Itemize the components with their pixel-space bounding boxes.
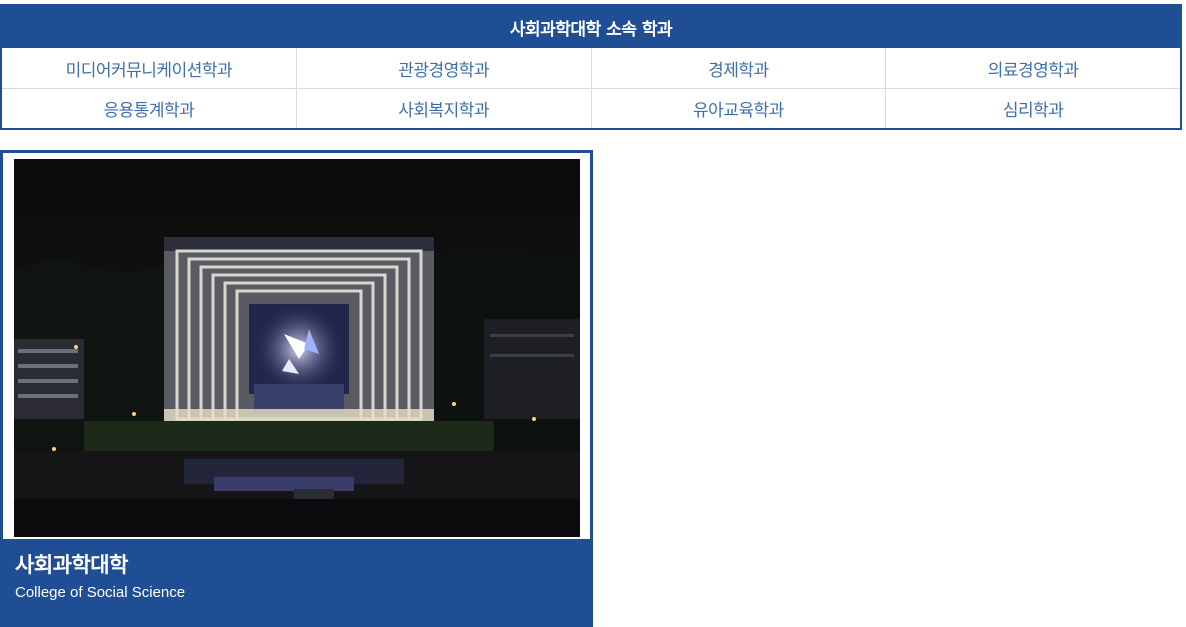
college-subtitle: College of Social Science xyxy=(15,584,186,601)
building-night-photo-icon xyxy=(14,159,580,537)
dept-link-media-communication[interactable]: 미디어커뮤니케이션학과 xyxy=(2,48,296,88)
departments-row-1: 미디어커뮤니케이션학과 관광경영학과 경제학과 의료경영학과 xyxy=(2,48,1180,88)
college-building-photo xyxy=(14,159,580,537)
departments-table: 사회과학대학 소속 학과 미디어커뮤니케이션학과 관광경영학과 경제학과 의료경… xyxy=(0,4,1182,130)
dept-link-tourism-management[interactable]: 관광경영학과 xyxy=(295,48,591,88)
dept-link-economics[interactable]: 경제학과 xyxy=(590,48,886,88)
college-card[interactable]: 사회과학대학 College of Social Science xyxy=(0,150,593,627)
departments-header: 사회과학대학 소속 학과 xyxy=(2,6,1180,48)
dept-link-healthcare-management[interactable]: 의료경영학과 xyxy=(885,48,1180,88)
departments-row-2: 응용통계학과 사회복지학과 유아교육학과 심리학과 xyxy=(2,88,1180,128)
dept-link-social-welfare[interactable]: 사회복지학과 xyxy=(295,89,591,128)
college-caption: 사회과학대학 College of Social Science xyxy=(3,539,590,624)
dept-link-applied-statistics[interactable]: 응용통계학과 xyxy=(2,89,296,128)
college-title: 사회과학대학 xyxy=(15,553,128,577)
dept-link-early-childhood-education[interactable]: 유아교육학과 xyxy=(590,89,886,128)
dept-link-psychology[interactable]: 심리학과 xyxy=(885,89,1180,128)
